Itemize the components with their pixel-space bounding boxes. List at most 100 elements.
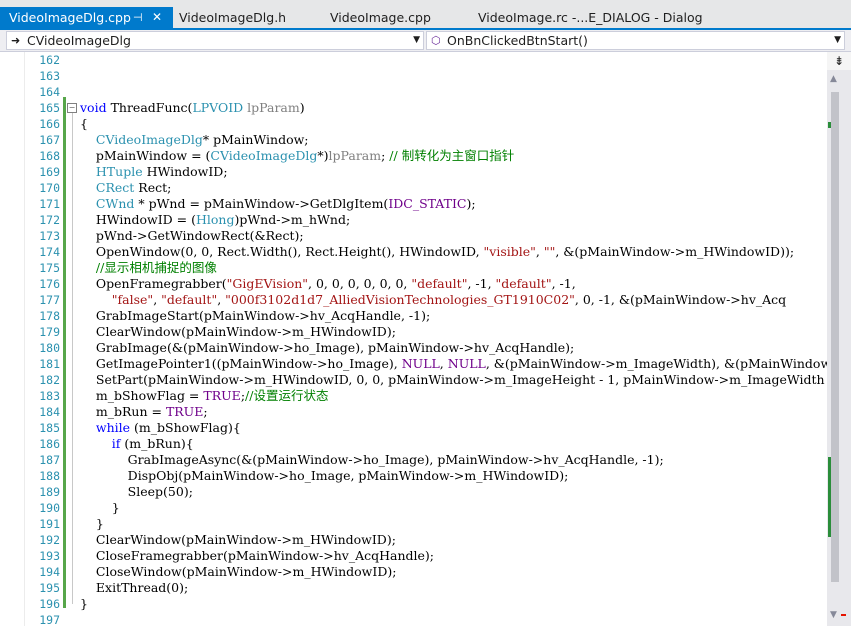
line-number: 171 [39, 197, 60, 211]
line-number: 188 [39, 469, 60, 483]
code-text: ClearWindow(pMainWindow->m_HWindowID); [80, 532, 396, 547]
code-text: "false", "default", "000f3102d1d7_Allied… [111, 292, 787, 307]
code-text: SetPart(pMainWindow->m_HWindowID, 0, 0, … [80, 372, 827, 387]
change-marker [828, 457, 831, 537]
line-number: 165 [39, 101, 60, 115]
code-line[interactable]: 178 GrabImageStart(pMainWindow->hv_AcqHa… [0, 308, 827, 324]
code-line[interactable]: 185 while (m_bShowFlag){ [0, 420, 827, 436]
code-text: CloseWindow(pMainWindow->m_HWindowID); [80, 564, 397, 579]
code-line[interactable]: 189 Sleep(50); [0, 484, 827, 500]
scroll-thumb[interactable] [831, 92, 839, 582]
line-number: 173 [39, 229, 60, 243]
code-text: GrabImageAsync(&(pMainWindow->ho_Image),… [80, 452, 664, 467]
code-line[interactable]: 186 if (m_bRun){ [0, 436, 827, 452]
line-number: 166 [39, 117, 60, 131]
line-number: 190 [39, 501, 60, 515]
code-line[interactable]: 171 CWnd * pWnd = pMainWindow->GetDlgIte… [0, 196, 827, 212]
code-text: } [80, 500, 120, 515]
code-line[interactable]: 165− void ThreadFunc(LPVOID lpParam) [0, 100, 827, 116]
tab-videoimage-cpp[interactable]: VideoImage.cpp [321, 7, 471, 28]
code-line[interactable]: 195 ExitThread(0); [0, 580, 827, 596]
code-text: if (m_bRun){ [111, 436, 194, 451]
code-line[interactable]: 168 pMainWindow = (CVideoImageDlg*)lpPar… [0, 148, 827, 164]
navigation-bar: ➜ CVideoImageDlg ▼ ⬡ OnBnClickedBtnStart… [0, 30, 851, 52]
code-text: CWnd * pWnd = pMainWindow->GetDlgItem(ID… [95, 196, 476, 211]
code-line[interactable]: 172 HWindowID = (Hlong)pWnd->m_hWnd; [0, 212, 827, 228]
code-text: ClearWindow(pMainWindow->m_HWindowID); [80, 324, 396, 339]
code-line[interactable]: 194 CloseWindow(pMainWindow->m_HWindowID… [0, 564, 827, 580]
code-line[interactable]: 197 [0, 612, 827, 626]
line-number: 182 [39, 373, 60, 387]
line-number: 174 [39, 245, 60, 259]
code-line[interactable]: 174 OpenWindow(0, 0, Rect.Width(), Rect.… [0, 244, 827, 260]
code-line[interactable]: 170 CRect Rect; [0, 180, 827, 196]
code-line[interactable]: 184 m_bRun = TRUE; [0, 404, 827, 420]
scroll-up-icon[interactable]: ▲ [830, 74, 837, 84]
line-number: 189 [39, 485, 60, 499]
method-cube-icon: ⬡ [431, 34, 441, 47]
code-text: } [80, 516, 104, 531]
class-combo-value: CVideoImageDlg [27, 33, 131, 48]
code-text: void ThreadFunc(LPVOID lpParam) [80, 100, 305, 115]
code-line[interactable]: 191 } [0, 516, 827, 532]
code-line[interactable]: 173 pWnd->GetWindowRect(&Rect); [0, 228, 827, 244]
code-line[interactable]: 190 } [0, 500, 827, 516]
code-line[interactable]: 179 ClearWindow(pMainWindow->m_HWindowID… [0, 324, 827, 340]
line-number: 163 [39, 69, 60, 83]
code-line[interactable]: 167 CVideoImageDlg* pMainWindow; [0, 132, 827, 148]
tab-label: VideoImage.rc -...E_DIALOG - Dialog [478, 10, 703, 25]
code-line[interactable]: 193 CloseFramegrabber(pMainWindow->hv_Ac… [0, 548, 827, 564]
line-number: 194 [39, 565, 60, 579]
code-line[interactable]: 183 m_bShowFlag = TRUE;//设置运行状态 [0, 388, 827, 404]
close-icon[interactable]: ✕ [152, 7, 162, 28]
code-line[interactable]: 187 GrabImageAsync(&(pMainWindow->ho_Ima… [0, 452, 827, 468]
code-text: HWindowID = (Hlong)pWnd->m_hWnd; [80, 212, 351, 227]
code-text: OpenFramegrabber("GigEVision", 0, 0, 0, … [80, 276, 576, 291]
line-number: 164 [39, 85, 60, 99]
member-combo[interactable]: ⬡ OnBnClickedBtnStart() ▼ [426, 31, 845, 50]
code-text: m_bShowFlag = TRUE;//设置运行状态 [80, 388, 329, 403]
code-line[interactable]: 180 GrabImage(&(pMainWindow->ho_Image), … [0, 340, 827, 356]
code-text: CVideoImageDlg* pMainWindow; [95, 132, 309, 147]
chevron-down-icon[interactable]: ▼ [834, 32, 841, 49]
code-line[interactable]: 177 "false", "default", "000f3102d1d7_Al… [0, 292, 827, 308]
code-line[interactable]: 176 OpenFramegrabber("GigEVision", 0, 0,… [0, 276, 827, 292]
vertical-scrollbar[interactable]: ⇟ ▲ ▼ [827, 52, 851, 626]
code-line[interactable]: 182 SetPart(pMainWindow->m_HWindowID, 0,… [0, 372, 827, 388]
collapse-icon[interactable]: − [67, 103, 77, 113]
line-number: 179 [39, 325, 60, 339]
code-text: pMainWindow = (CVideoImageDlg*)lpParam; … [80, 148, 515, 163]
code-line[interactable]: 175 //显示相机捕捉的图像 [0, 260, 827, 276]
code-line[interactable]: 164 [0, 84, 827, 100]
line-number: 187 [39, 453, 60, 467]
line-number: 184 [39, 405, 60, 419]
tab-videoimagedlg-h[interactable]: VideoImageDlg.h [170, 7, 320, 28]
split-window-icon[interactable]: ⇟ [827, 52, 851, 70]
class-arrow-icon: ➜ [11, 34, 21, 47]
tab-videoimagedlg-cpp[interactable]: VideoImageDlg.cpp ⊣ ✕ [0, 7, 173, 28]
code-line[interactable]: 192 ClearWindow(pMainWindow->m_HWindowID… [0, 532, 827, 548]
code-text: GrabImageStart(pMainWindow->hv_AcqHandle… [80, 308, 431, 323]
line-number: 185 [39, 421, 60, 435]
error-marker [841, 614, 846, 616]
tab-videoimage-rc[interactable]: VideoImage.rc -...E_DIALOG - Dialog [469, 7, 739, 28]
code-text: ExitThread(0); [80, 580, 189, 595]
scroll-down-icon[interactable]: ▼ [830, 610, 837, 620]
code-text: CloseFramegrabber(pMainWindow->hv_AcqHan… [80, 548, 435, 563]
code-line[interactable]: 166 { [0, 116, 827, 132]
line-number: 169 [39, 165, 60, 179]
code-line[interactable]: 162 [0, 52, 827, 68]
code-line[interactable]: 188 DispObj(pMainWindow->ho_Image, pMain… [0, 468, 827, 484]
line-number: 162 [39, 53, 60, 67]
line-number: 196 [39, 597, 60, 611]
code-line[interactable]: 169 HTuple HWindowID; [0, 164, 827, 180]
pin-icon[interactable]: ⊣ [133, 7, 143, 28]
code-editor[interactable]: 162 163 164 165− void ThreadFunc(LPVOID lpPa… [0, 52, 827, 626]
chevron-down-icon[interactable]: ▼ [413, 32, 420, 49]
code-line[interactable]: 163 [0, 68, 827, 84]
class-combo[interactable]: ➜ CVideoImageDlg ▼ [6, 31, 424, 50]
code-text: DispObj(pMainWindow->ho_Image, pMainWind… [80, 468, 569, 483]
code-line[interactable]: 196} [0, 596, 827, 612]
line-number: 181 [39, 357, 60, 371]
code-line[interactable]: 181 GetImagePointer1((pMainWindow->ho_Im… [0, 356, 827, 372]
